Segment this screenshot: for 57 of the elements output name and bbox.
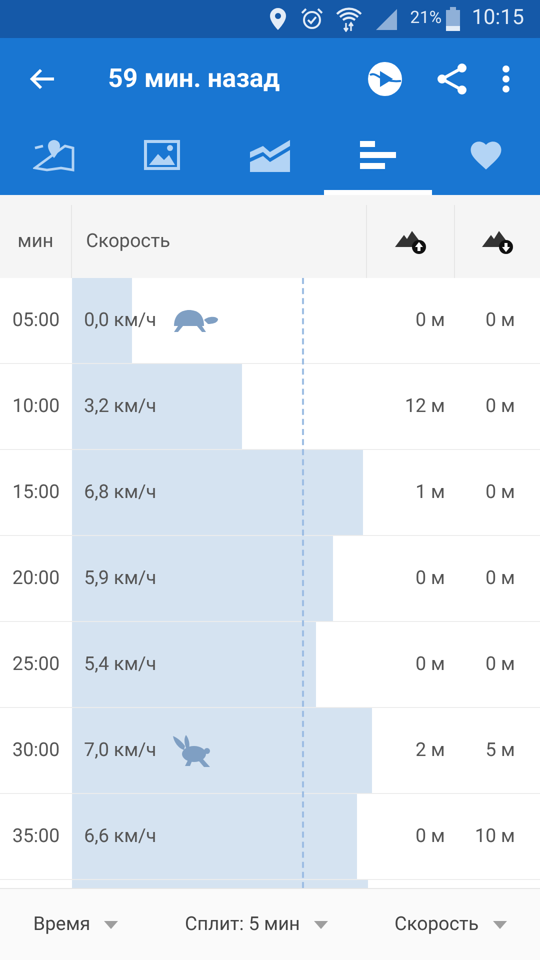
speed-value: 6,6 км/ч bbox=[84, 823, 156, 850]
split-time: 20:00 bbox=[11, 565, 61, 592]
ascent-value: 1 м bbox=[414, 479, 445, 506]
caret-icon bbox=[492, 920, 507, 928]
battery-icon bbox=[446, 7, 460, 31]
share-icon bbox=[436, 63, 468, 95]
speed-value: 7,0 км/ч bbox=[84, 737, 156, 764]
back-arrow-icon bbox=[29, 68, 55, 90]
ascent-value: 0 м bbox=[414, 307, 445, 334]
split-time: 10:00 bbox=[11, 393, 61, 420]
alarm-icon bbox=[300, 7, 324, 31]
split-time: 15:00 bbox=[11, 479, 61, 506]
descent-icon bbox=[482, 228, 514, 254]
dropdown[interactable]: Время bbox=[33, 910, 118, 939]
signal-icon bbox=[374, 7, 398, 31]
ascent-value: 0 м bbox=[414, 823, 445, 850]
descent-value: 0 м bbox=[484, 479, 516, 506]
wifi-icon bbox=[336, 6, 362, 32]
split-time: 35:00 bbox=[11, 823, 61, 850]
bars-icon bbox=[360, 141, 396, 169]
speed-value: 6,8 км/ч bbox=[84, 479, 156, 506]
split-time: 05:00 bbox=[11, 307, 61, 334]
ascent-icon bbox=[394, 228, 426, 254]
column-header: мин bbox=[17, 228, 54, 254]
clock: 10:15 bbox=[472, 5, 524, 32]
column-header: Скорость bbox=[86, 228, 170, 254]
speed-value: 5,9 км/ч bbox=[84, 565, 156, 592]
map-icon bbox=[33, 138, 75, 172]
play-icon bbox=[367, 61, 403, 97]
descent-value: 0 м bbox=[484, 307, 516, 334]
battery-percent: 21% bbox=[410, 7, 442, 30]
more-icon bbox=[502, 65, 510, 93]
caret-icon bbox=[104, 920, 118, 928]
rabbit-icon bbox=[172, 734, 212, 768]
ascent-value: 12 м bbox=[404, 393, 445, 420]
caret-icon bbox=[314, 920, 328, 928]
descent-value: 5 м bbox=[484, 737, 516, 764]
ascent-value: 0 м bbox=[414, 565, 445, 592]
screen-title: 59 мин. назад bbox=[108, 62, 281, 96]
split-time: 25:00 bbox=[11, 651, 61, 678]
ascent-value: 2 м bbox=[414, 737, 445, 764]
descent-value: 0 м bbox=[484, 565, 516, 592]
descent-value: 10 м bbox=[474, 823, 516, 850]
descent-value: 0 м bbox=[484, 651, 516, 678]
speed-value: 3,2 км/ч bbox=[84, 393, 156, 420]
dropdown[interactable]: Скорость bbox=[394, 910, 507, 939]
dropdown[interactable]: Сплит: 5 мин bbox=[184, 910, 328, 939]
split-time: 30:00 bbox=[11, 737, 61, 764]
speed-value: 5,4 км/ч bbox=[84, 651, 156, 678]
heart-icon bbox=[468, 139, 504, 171]
turtle-icon bbox=[172, 308, 220, 334]
speed-value: 0,0 км/ч bbox=[84, 307, 156, 334]
location-icon bbox=[268, 7, 288, 31]
descent-value: 0 м bbox=[484, 393, 516, 420]
area-chart-icon bbox=[249, 138, 291, 172]
ascent-value: 0 м bbox=[414, 651, 445, 678]
image-icon bbox=[144, 140, 180, 170]
